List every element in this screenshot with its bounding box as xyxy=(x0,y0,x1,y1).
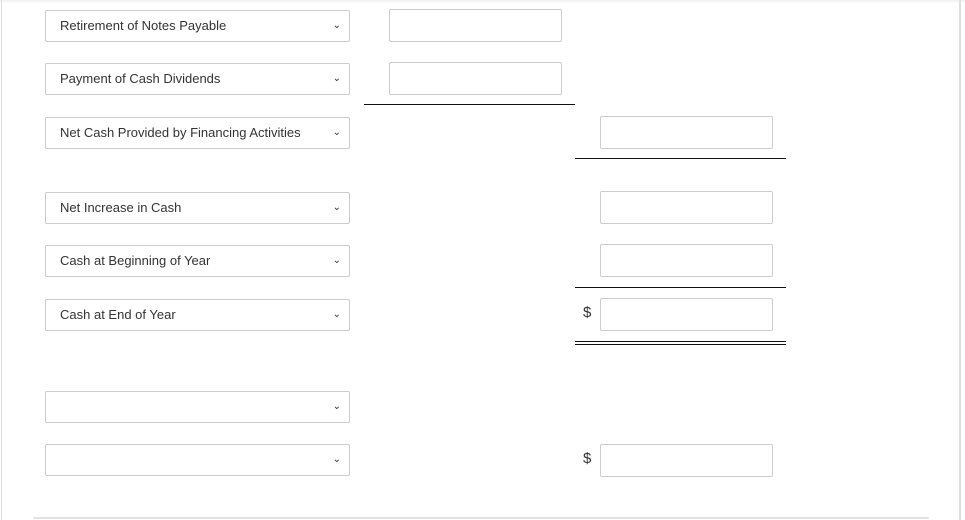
amount-input-net-increase[interactable] xyxy=(600,191,773,224)
account-select-cash-end[interactable]: Cash at End of Year ⌄ xyxy=(45,299,350,331)
chevron-down-icon: ⌄ xyxy=(332,202,341,213)
account-select-net-financing[interactable]: Net Cash Provided by Financing Activitie… xyxy=(45,117,350,149)
dollar-sign: $ xyxy=(583,450,592,467)
select-value: Net Cash Provided by Financing Activitie… xyxy=(60,125,301,140)
subtotal-rule xyxy=(364,104,575,105)
dollar-sign: $ xyxy=(583,304,592,321)
chevron-down-icon: ⌄ xyxy=(332,401,341,412)
amount-input-cash-end[interactable] xyxy=(600,298,773,331)
select-value: Cash at Beginning of Year xyxy=(60,253,211,268)
amount-input-cash-dividends[interactable] xyxy=(389,62,562,95)
select-value: Payment of Cash Dividends xyxy=(60,71,221,86)
account-select-cash-dividends[interactable]: Payment of Cash Dividends ⌄ xyxy=(45,63,350,95)
chevron-down-icon: ⌄ xyxy=(332,309,341,320)
select-value: Retirement of Notes Payable xyxy=(60,18,227,33)
select-value: Net Increase in Cash xyxy=(60,200,182,215)
amount-input-blank-2[interactable] xyxy=(600,444,773,477)
amount-input-retirement-notes[interactable] xyxy=(389,9,562,42)
account-select-blank-2[interactable]: ⌄ xyxy=(45,444,350,476)
total-rule xyxy=(575,158,786,159)
chevron-down-icon: ⌄ xyxy=(332,127,341,138)
account-select-blank-1[interactable]: ⌄ xyxy=(45,391,350,423)
double-rule-bottom xyxy=(575,344,786,345)
chevron-down-icon: ⌄ xyxy=(332,454,341,465)
account-select-retirement-notes[interactable]: Retirement of Notes Payable ⌄ xyxy=(45,10,350,42)
bottom-divider xyxy=(33,517,929,519)
double-rule-top xyxy=(575,341,786,342)
chevron-down-icon: ⌄ xyxy=(332,20,341,31)
total-rule xyxy=(575,287,786,288)
account-select-cash-beginning[interactable]: Cash at Beginning of Year ⌄ xyxy=(45,245,350,277)
account-select-net-increase[interactable]: Net Increase in Cash ⌄ xyxy=(45,192,350,224)
chevron-down-icon: ⌄ xyxy=(332,73,341,84)
amount-input-net-financing[interactable] xyxy=(600,116,773,149)
amount-input-cash-beginning[interactable] xyxy=(600,244,773,277)
select-value: Cash at End of Year xyxy=(60,307,176,322)
chevron-down-icon: ⌄ xyxy=(332,255,341,266)
